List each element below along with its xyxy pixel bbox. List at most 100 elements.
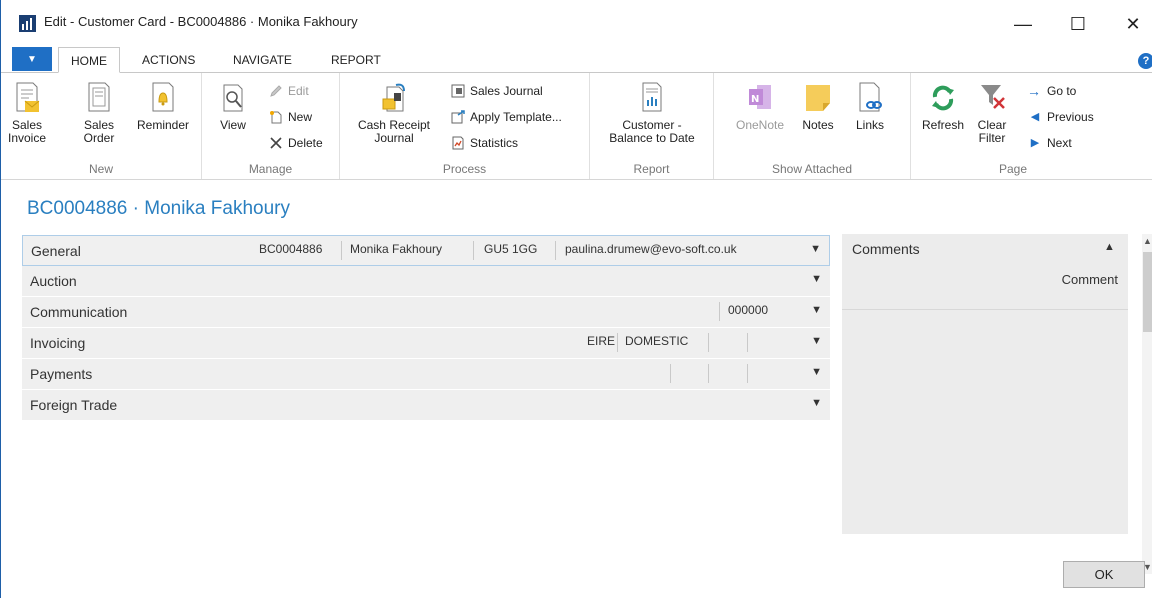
fasttab-invoicing[interactable]: Invoicing EIRE DOMESTIC ▼ (22, 328, 830, 359)
reminder-button[interactable]: Reminder (131, 81, 195, 132)
group-label-manage: Manage (248, 162, 293, 176)
chevron-down-icon[interactable]: ▼ (811, 366, 822, 378)
ribbon-group-page: Refresh Clear Filter → Go to ◀ Previous … (911, 73, 1115, 179)
minimize-button[interactable]: — (1001, 8, 1045, 40)
tab-actions[interactable]: ACTIONS (130, 47, 207, 73)
arrow-right-icon: → (1027, 83, 1041, 99)
window-title: Edit - Customer Card - BC0004886 · Monik… (44, 14, 358, 29)
fasttabs: General BC0004886 Monika Fakhoury GU5 1G… (22, 235, 830, 421)
collapse-caret-icon[interactable]: ▲ (1104, 241, 1115, 253)
chevron-down-icon[interactable]: ▼ (811, 397, 822, 409)
chevron-down-icon[interactable]: ▼ (811, 335, 822, 347)
summary-communication-value: 000000 (728, 303, 769, 317)
tab-home[interactable]: HOME (58, 47, 120, 73)
refresh-label: Refresh (921, 118, 965, 132)
new-button[interactable]: New (268, 108, 312, 126)
close-button[interactable]: ✕ (1111, 8, 1152, 40)
clear-filter-button[interactable]: Clear Filter (973, 81, 1011, 145)
chevron-down-icon[interactable]: ▼ (810, 243, 821, 255)
sales-journal-label: Sales Journal (470, 84, 543, 98)
group-label-process: Process (442, 162, 487, 176)
apply-template-button[interactable]: Apply Template... (450, 108, 562, 126)
ribbon-group-process: Cash Receipt Journal Sales Journal Apply… (340, 73, 590, 179)
apply-template-label: Apply Template... (470, 110, 562, 124)
onenote-button[interactable]: N OneNote (730, 81, 790, 132)
factbox-title: Comments (852, 241, 920, 257)
summary-posting-group: DOMESTIC (625, 334, 689, 348)
page-title: BC0004886 · Monika Fakhoury (27, 198, 290, 219)
go-to-button[interactable]: → Go to (1027, 82, 1076, 100)
notes-button[interactable]: Notes (798, 81, 838, 132)
group-label-page: Page (998, 162, 1028, 176)
ribbon-tabs: ▼ HOME ACTIONS NAVIGATE REPORT ? (1, 47, 1152, 73)
ribbon-group-show-attached: N OneNote Notes Links Show Attached (714, 73, 911, 179)
scroll-up-icon[interactable]: ▲ (1142, 236, 1152, 246)
go-to-label: Go to (1047, 84, 1077, 98)
clear-filter-icon (981, 85, 1005, 109)
refresh-button[interactable]: Refresh (916, 81, 970, 132)
comment-column-header: Comment (1061, 272, 1118, 287)
next-label: Next (1047, 136, 1072, 150)
scroll-thumb[interactable] (1143, 252, 1152, 332)
tab-report[interactable]: REPORT (319, 47, 393, 73)
group-label-new: New (88, 162, 113, 176)
factbox-scrollbar[interactable]: ▲ ▼ (1142, 234, 1152, 574)
fasttab-auction[interactable]: Auction ▼ (22, 266, 830, 297)
maximize-button[interactable]: ☐ (1056, 8, 1100, 40)
cash-receipt-journal-button[interactable]: Cash Receipt Journal (354, 81, 434, 145)
summary-divider (555, 241, 556, 260)
summary-customer-name: Monika Fakhoury (350, 242, 443, 256)
sales-journal-button[interactable]: Sales Journal (450, 82, 543, 100)
statistics-button[interactable]: Statistics (450, 134, 518, 152)
summary-divider (708, 333, 709, 352)
next-button[interactable]: ▶ Next (1027, 134, 1072, 152)
summary-divider (747, 333, 748, 352)
journal-icon (451, 84, 465, 98)
fasttab-foreign-trade-label: Foreign Trade (30, 397, 118, 413)
sales-order-icon (88, 82, 110, 112)
fasttab-payments[interactable]: Payments ▼ (22, 359, 830, 390)
ok-button[interactable]: OK (1063, 561, 1145, 588)
delete-button[interactable]: Delete (268, 134, 323, 152)
onenote-icon: N (749, 85, 771, 109)
statistics-label: Statistics (470, 136, 519, 150)
chevron-down-icon[interactable]: ▼ (811, 304, 822, 316)
summary-divider (617, 333, 618, 352)
link-icon (859, 82, 882, 112)
previous-label: Previous (1047, 110, 1094, 124)
customer-card-window: Edit - Customer Card - BC0004886 · Monik… (0, 0, 1152, 598)
view-icon (223, 84, 243, 112)
view-label: View (220, 118, 246, 132)
customer-balance-to-date-button[interactable]: Customer - Balance to Date (600, 81, 704, 145)
svg-text:N: N (751, 94, 759, 105)
summary-country: EIRE (587, 334, 616, 348)
summary-divider (719, 302, 720, 321)
links-button[interactable]: Links (850, 81, 890, 132)
chevron-down-icon[interactable]: ▼ (811, 273, 822, 285)
notes-label: Notes (802, 118, 834, 132)
file-menu-button[interactable]: ▼ (12, 47, 52, 71)
factbox-header: Comments ▲ Comment (842, 234, 1128, 310)
statistics-icon (452, 136, 464, 150)
customer-balance-label: Customer - Balance to Date (609, 118, 695, 145)
ribbon-group-new: Sales Invoice Sales Order Reminder New (1, 73, 202, 179)
view-button[interactable]: View (216, 81, 250, 132)
sales-order-label: Sales Order (83, 118, 115, 145)
edit-button[interactable]: Edit (268, 82, 309, 100)
summary-divider (341, 241, 342, 260)
tab-navigate[interactable]: NAVIGATE (221, 47, 304, 73)
sales-order-button[interactable]: Sales Order (77, 81, 121, 145)
fasttab-auction-label: Auction (30, 273, 77, 289)
links-label: Links (855, 118, 884, 132)
sales-invoice-button[interactable]: Sales Invoice (5, 81, 49, 145)
previous-button[interactable]: ◀ Previous (1027, 108, 1094, 126)
group-label-report: Report (633, 162, 670, 176)
fasttab-general[interactable]: General BC0004886 Monika Fakhoury GU5 1G… (22, 235, 830, 266)
ribbon-group-manage: View Edit New Delete Manage (202, 73, 340, 179)
group-label-show-attached: Show Attached (771, 162, 853, 176)
fasttab-communication[interactable]: Communication 000000 ▼ (22, 297, 830, 328)
help-icon[interactable]: ? (1138, 53, 1152, 69)
edit-label: Edit (288, 84, 309, 98)
cash-receipt-journal-label: Cash Receipt Journal (357, 118, 431, 145)
fasttab-foreign-trade[interactable]: Foreign Trade ▼ (22, 390, 830, 421)
